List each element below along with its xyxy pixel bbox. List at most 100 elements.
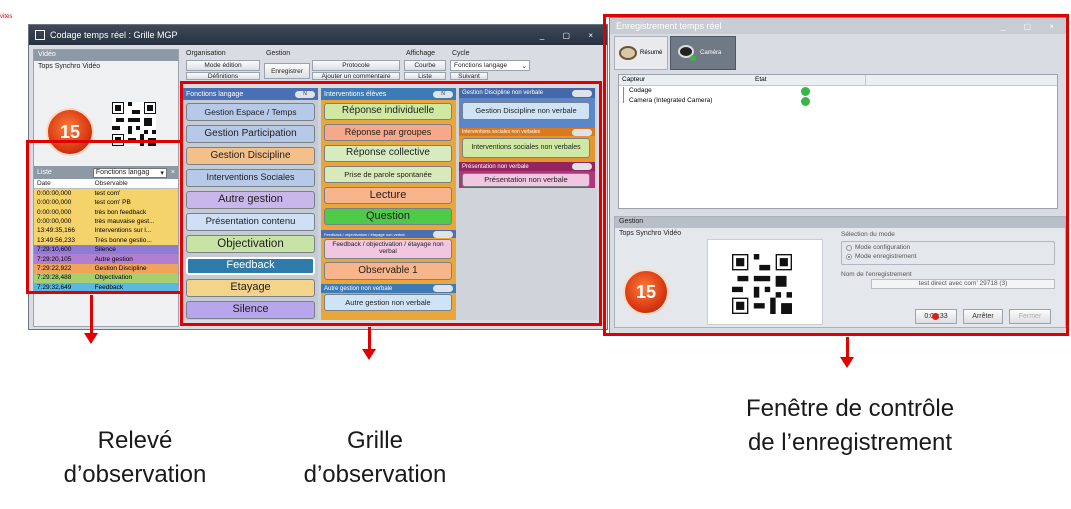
table-row[interactable]: 7:29:20,105 Autre gestion xyxy=(34,254,178,264)
suivant-button[interactable]: Suivant xyxy=(450,72,488,80)
row-date: 0:00:00,000 xyxy=(37,208,72,216)
row-date: 7:29:22,922 xyxy=(37,264,72,272)
recording-name-field[interactable]: test direct avec com' 29718 (3) xyxy=(871,279,1055,289)
enregistrer-button[interactable]: Enregistrer xyxy=(264,63,310,79)
table-row[interactable]: 13:49:35,166 Interventions sur l... xyxy=(34,226,178,236)
row-observable: Interventions sur l... xyxy=(94,227,152,235)
table-row[interactable]: 7:29:28,488 Objectivation xyxy=(34,273,178,283)
code-button[interactable]: Gestion Espace / Temps xyxy=(186,103,315,121)
list-title: Liste xyxy=(37,169,52,176)
col3-toggle2[interactable] xyxy=(572,128,592,136)
col2-sub-toggle[interactable] xyxy=(433,230,453,238)
code-button[interactable]: Prise de parole spontanée xyxy=(324,166,452,183)
rec-window-controls[interactable]: _ ▢ × xyxy=(1001,22,1062,31)
sensor-row[interactable]: Codage xyxy=(619,86,1057,103)
qr-code-icon xyxy=(732,254,792,314)
code-button[interactable]: Observable 1 xyxy=(324,262,452,280)
col3-toggle3[interactable] xyxy=(572,163,592,170)
sensor-name: Camera (Integrated Camera) xyxy=(629,97,713,104)
col3-header3: Présentation non verbale xyxy=(459,162,595,171)
col2-toggle[interactable]: N xyxy=(433,90,453,98)
group-organisation: Organisation xyxy=(186,50,226,57)
code-button[interactable]: Présentation contenu xyxy=(186,213,315,231)
definitions-button[interactable]: Définitions xyxy=(186,72,260,80)
rec-tops-label: Tops Synchro Vidéo xyxy=(619,230,682,237)
caption-fenetre: Fenêtre de contrôle de l’enregistrement xyxy=(745,395,955,456)
table-row[interactable]: 7:29:10,600 Silence xyxy=(34,244,178,255)
radio-selected-icon xyxy=(846,253,852,260)
code-button[interactable]: Silence xyxy=(186,301,315,319)
close-button[interactable]: Fermer xyxy=(1009,309,1051,324)
corner-label: vités xyxy=(0,14,13,20)
row-observable: Feedback xyxy=(94,283,124,291)
sensor-row[interactable]: Camera (Integrated Camera) xyxy=(619,96,1057,106)
code-button[interactable]: Etayage xyxy=(186,279,315,297)
table-row[interactable]: 0:00:00,000 très mauvaise gest... xyxy=(34,216,178,227)
row-date: 0:00:00,000 xyxy=(37,190,72,197)
liste-button[interactable]: Liste xyxy=(404,72,446,80)
sensor-list-header: Capteur Etat xyxy=(619,75,1057,86)
row-observable: Gestion Discipline xyxy=(94,264,147,272)
status-ok-icon xyxy=(801,87,810,96)
code-button[interactable]: Réponse collective xyxy=(324,145,452,162)
code-button[interactable]: Réponse individuelle xyxy=(324,103,452,120)
col3-block3: Présentation non verbale Présentation no… xyxy=(459,162,595,188)
col2-sub-header: Feedback / objectivation / étayage non v… xyxy=(321,230,456,238)
col1-header-label: Fonctions langage xyxy=(186,90,244,98)
courbe-button[interactable]: Courbe xyxy=(404,60,446,71)
table-row[interactable]: 0:00:00,000 test com' PB xyxy=(34,198,178,208)
code-button[interactable]: Feedback xyxy=(186,257,315,275)
table-row[interactable]: 7:29:32,649 Feedback xyxy=(34,282,178,292)
list-filter-value: Fonctions langag xyxy=(95,169,150,176)
col-observable-header: Observable xyxy=(91,179,178,189)
col3-block1: Gestion Discipline non verbale Gestion D… xyxy=(459,88,595,128)
gestion-discipline-nv-button[interactable]: Gestion Discipline non verbale xyxy=(462,102,590,120)
header-divider xyxy=(865,75,866,86)
add-comment-button[interactable]: Ajouter un commentaire xyxy=(312,72,400,80)
code-button[interactable]: Lecture xyxy=(324,187,452,204)
list-filter-select[interactable]: Fonctions langag ▾ xyxy=(92,167,167,178)
code-button[interactable]: Gestion Participation xyxy=(186,125,315,143)
code-button[interactable]: Feedback / objectivation / étayage non v… xyxy=(324,239,452,259)
code-button[interactable]: Interventions Sociales xyxy=(186,169,315,187)
sync-counter[interactable]: 15 xyxy=(46,108,94,156)
window-controls[interactable]: _ ▢ × xyxy=(540,31,601,40)
name-label: Nom de l'enregistrement xyxy=(841,271,912,278)
col3-toggle1[interactable] xyxy=(572,89,592,97)
col3-header1-label: Gestion Discipline non verbale xyxy=(462,90,544,96)
tab-resume[interactable]: Résumé xyxy=(614,36,668,70)
code-button[interactable]: Réponse par groupes xyxy=(324,124,452,141)
main-titlebar: Codage temps réel : Grille MGP _ ▢ × xyxy=(29,25,607,45)
stop-button[interactable]: Arrêter xyxy=(963,309,1003,324)
arrow-down-icon xyxy=(840,357,854,368)
record-dot-icon xyxy=(932,313,939,320)
interventions-sociales-nv-button[interactable]: Interventions sociales non verbales xyxy=(462,138,590,158)
mode-config-option[interactable]: Mode configuration xyxy=(846,244,1054,251)
code-button[interactable]: Question xyxy=(324,208,452,225)
code-button[interactable]: Gestion Discipline xyxy=(186,147,315,165)
group-cycle: Cycle xyxy=(452,50,470,57)
code-button[interactable]: Autre gestion xyxy=(186,191,315,209)
presentation-nv-button[interactable]: Présentation non verbale xyxy=(462,173,590,187)
cycle-select[interactable]: Fonctions langage ⌄ xyxy=(450,60,530,71)
rec-sync-counter[interactable]: 15 xyxy=(623,269,669,315)
code-button[interactable]: Objectivation xyxy=(186,235,315,253)
mode-record-option[interactable]: Mode enregistrement xyxy=(846,253,1054,260)
col1-toggle[interactable]: N xyxy=(295,90,315,98)
col3-header2-label: Interventions sociales non verbales xyxy=(462,129,541,135)
observation-grid: Fonctions langage N Gestion Espace / Temp… xyxy=(183,88,597,320)
protocole-button[interactable]: Protocole xyxy=(312,60,400,71)
left-pane: Vidéo Tops Synchro Vidéo 15 Liste Foncti… xyxy=(33,49,179,327)
row-observable: Objectivation xyxy=(94,274,133,282)
tab-camera[interactable]: Caméra xyxy=(670,36,736,70)
table-row[interactable]: 7:29:22,922 Gestion Discipline xyxy=(34,263,178,274)
col2-sub2-toggle[interactable] xyxy=(433,285,453,292)
col-date-header: Date xyxy=(34,179,92,189)
table-row[interactable]: 0:00:00,000 test com' xyxy=(34,188,178,198)
close-icon[interactable]: × xyxy=(171,169,175,176)
table-row[interactable]: 0:00:00,000 très bon feedback xyxy=(34,207,178,217)
mode-edition-button[interactable]: Mode édition xyxy=(186,60,260,71)
mode-title: Sélection du mode xyxy=(841,231,895,238)
table-row[interactable]: 13:49:56,233 Très bonne gestio... xyxy=(34,235,178,245)
code-button[interactable]: Autre gestion non verbale xyxy=(324,294,452,311)
